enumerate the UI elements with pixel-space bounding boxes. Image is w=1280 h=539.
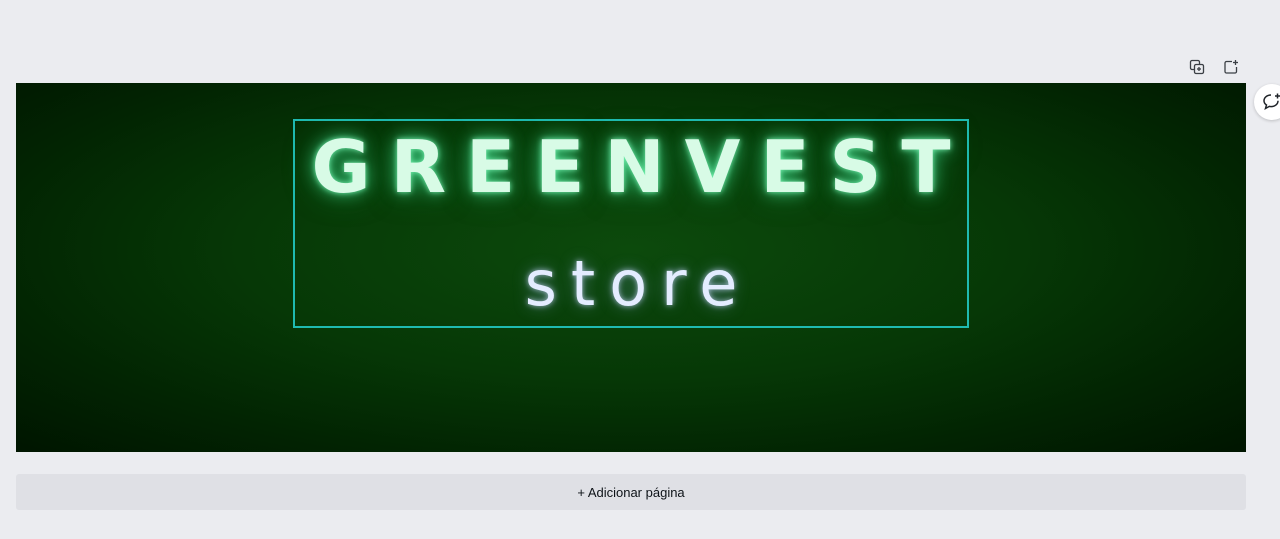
canvas-subtitle[interactable]: store (16, 247, 1246, 320)
add-comment-button[interactable] (1254, 84, 1280, 120)
duplicate-page-icon (1189, 59, 1205, 75)
add-comment-icon (1263, 93, 1280, 111)
add-page-icon (1224, 60, 1238, 74)
page-toolbar (1186, 56, 1242, 78)
canvas-title[interactable]: GREENVEST (16, 125, 1246, 209)
design-canvas[interactable]: GREENVEST store (16, 83, 1246, 452)
add-page-button[interactable]: + Adicionar página (16, 474, 1246, 510)
add-page-toolbar-button[interactable] (1220, 56, 1242, 78)
duplicate-page-button[interactable] (1186, 56, 1208, 78)
